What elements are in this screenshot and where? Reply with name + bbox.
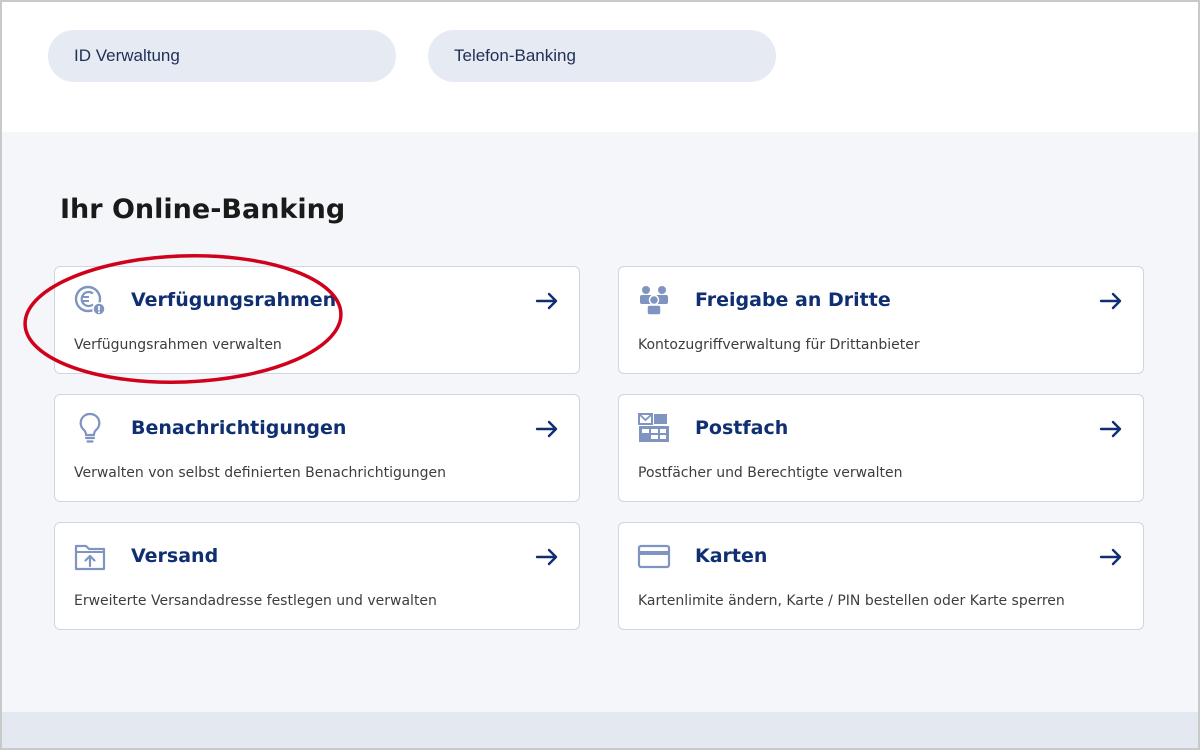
arrow-right-icon bbox=[1099, 292, 1122, 310]
top-link-bar: ID Verwaltung Telefon-Banking bbox=[2, 2, 1198, 132]
card-title: Karten bbox=[695, 545, 768, 567]
card-title: Benachrichtigungen bbox=[131, 417, 347, 439]
card-verfuegungsrahmen[interactable]: Verfügungsrahmen Verfügungsrahmen verwal… bbox=[54, 266, 580, 374]
card-description: Kontozugriffverwaltung für Drittanbieter bbox=[638, 337, 920, 353]
card-description: Kartenlimite ändern, Karte / PIN bestell… bbox=[638, 593, 1065, 609]
arrow-right-icon bbox=[535, 420, 558, 438]
card-description: Verfügungsrahmen verwalten bbox=[74, 337, 282, 353]
footer-band bbox=[2, 712, 1198, 748]
people-icon bbox=[640, 286, 668, 316]
arrow-right-icon bbox=[535, 548, 558, 566]
card-title: Freigabe an Dritte bbox=[695, 289, 891, 311]
lightbulb-icon bbox=[79, 412, 101, 443]
card-freigabe-an-dritte[interactable]: Freigabe an Dritte Kontozugriffverwaltun… bbox=[618, 266, 1144, 374]
card-title: Verfügungsrahmen bbox=[131, 289, 337, 311]
card-description: Postfächer und Berechtigte verwalten bbox=[638, 465, 903, 481]
arrow-right-icon bbox=[535, 292, 558, 310]
card-description: Erweiterte Versandadresse festlegen und … bbox=[74, 593, 437, 609]
mailbox-icon bbox=[638, 413, 669, 442]
id-verwaltung-button[interactable]: ID Verwaltung bbox=[48, 30, 396, 82]
page-frame: ID Verwaltung Telefon-Banking Ihr Online… bbox=[0, 0, 1200, 750]
card-karten[interactable]: Karten Kartenlimite ändern, Karte / PIN … bbox=[618, 522, 1144, 630]
card-description: Verwalten von selbst definierten Benachr… bbox=[74, 465, 447, 481]
card-benachrichtigungen[interactable]: Benachrichtigungen Verwalten von selbst … bbox=[54, 394, 580, 502]
card-title: Postfach bbox=[695, 417, 789, 439]
euro-info-icon bbox=[74, 285, 106, 316]
arrow-right-icon bbox=[1099, 420, 1122, 438]
card-postfach[interactable]: Postfach Postfächer und Berechtigte verw… bbox=[618, 394, 1144, 502]
folder-upload-icon bbox=[74, 544, 106, 571]
card-title: Versand bbox=[131, 545, 219, 567]
card-icon bbox=[637, 544, 671, 569]
arrow-right-icon bbox=[1099, 548, 1122, 566]
card-versand[interactable]: Versand Erweiterte Versandadresse festle… bbox=[54, 522, 580, 630]
telefon-banking-button[interactable]: Telefon-Banking bbox=[428, 30, 776, 82]
section-title: Ihr Online-Banking bbox=[60, 194, 346, 225]
